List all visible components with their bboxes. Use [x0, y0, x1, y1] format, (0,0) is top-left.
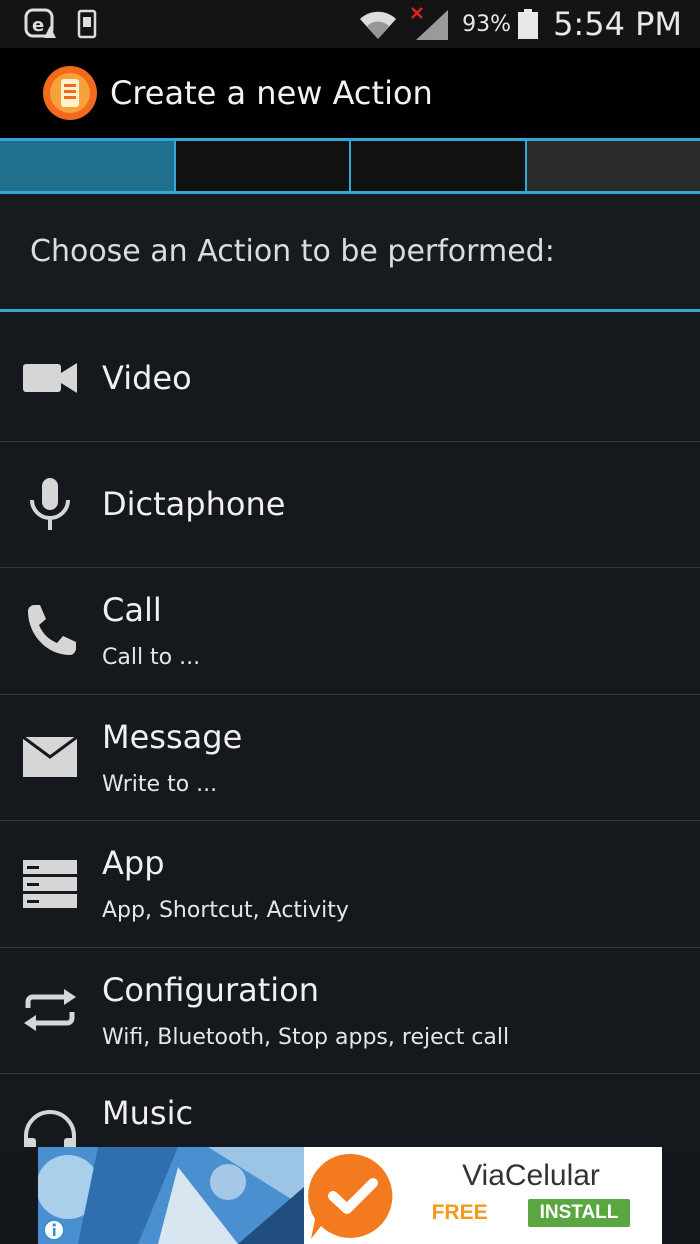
ad-pattern-graphic	[38, 1147, 304, 1244]
app-list-icon	[23, 859, 77, 908]
step-tab-4	[526, 141, 700, 191]
ad-app-logo-icon	[308, 1153, 393, 1239]
action-title: Music	[102, 1094, 194, 1132]
action-prompt: Choose an Action to be performed:	[0, 194, 700, 312]
battery-percent: 93%	[462, 11, 512, 37]
ad-banner[interactable]: ViaCelular FREE INSTALL	[38, 1147, 662, 1244]
action-subtitle: Wifi, Bluetooth, Stop apps, reject call	[102, 1024, 510, 1050]
ad-image	[38, 1147, 304, 1244]
action-subtitle: Call to ...	[102, 645, 201, 671]
action-item-message[interactable]: Message Write to ...	[0, 694, 700, 821]
ad-app-name: ViaCelular	[462, 1159, 600, 1192]
clock: 5:54 PM	[553, 5, 682, 43]
action-subtitle: Write to ...	[102, 771, 218, 797]
action-list: Video Dictaphone Call Call to ... Messag…	[0, 315, 700, 1147]
status-bar: e 93% 5:54 PM	[0, 0, 700, 48]
action-subtitle: App, Shortcut, Activity	[102, 898, 349, 924]
svg-text:e: e	[32, 15, 44, 36]
step-progress-tabs	[0, 138, 700, 194]
step-tab-2	[175, 141, 351, 191]
phone-notification-icon	[77, 9, 97, 39]
ad-price: FREE	[431, 1201, 488, 1224]
action-item-configuration[interactable]: Configuration Wifi, Bluetooth, Stop apps…	[0, 947, 700, 1074]
action-item-call[interactable]: Call Call to ...	[0, 568, 700, 695]
envelope-icon	[22, 736, 78, 778]
app-logo-icon	[43, 66, 97, 120]
headphones-icon	[24, 1110, 76, 1147]
page-title: Create a new Action	[110, 74, 433, 112]
action-title: Configuration	[102, 970, 320, 1009]
phone-icon	[28, 604, 76, 655]
action-item-app[interactable]: App App, Shortcut, Activity	[0, 821, 700, 948]
action-title: Dictaphone	[102, 485, 286, 524]
prompt-text: Choose an Action to be performed:	[30, 234, 555, 269]
action-bar: Create a new Action	[0, 48, 700, 138]
microphone-icon	[30, 478, 70, 531]
info-icon[interactable]	[42, 1218, 66, 1242]
action-item-music[interactable]: Music	[0, 1074, 700, 1147]
action-item-video[interactable]: Video	[0, 315, 700, 442]
signal-no-service-icon	[411, 7, 449, 40]
notification-alert-icon: e	[24, 8, 56, 38]
action-title: App	[102, 844, 165, 883]
battery-icon	[518, 9, 539, 39]
step-tab-1	[0, 141, 176, 191]
step-tab-3	[351, 141, 527, 191]
action-title: Call	[102, 591, 162, 630]
action-title: Message	[102, 717, 243, 756]
action-item-dictaphone[interactable]: Dictaphone	[0, 441, 700, 568]
repeat-icon	[24, 989, 76, 1032]
install-button[interactable]: INSTALL	[527, 1199, 631, 1227]
action-title: Video	[102, 358, 192, 397]
wifi-icon	[360, 11, 397, 40]
video-camera-icon	[23, 362, 77, 393]
